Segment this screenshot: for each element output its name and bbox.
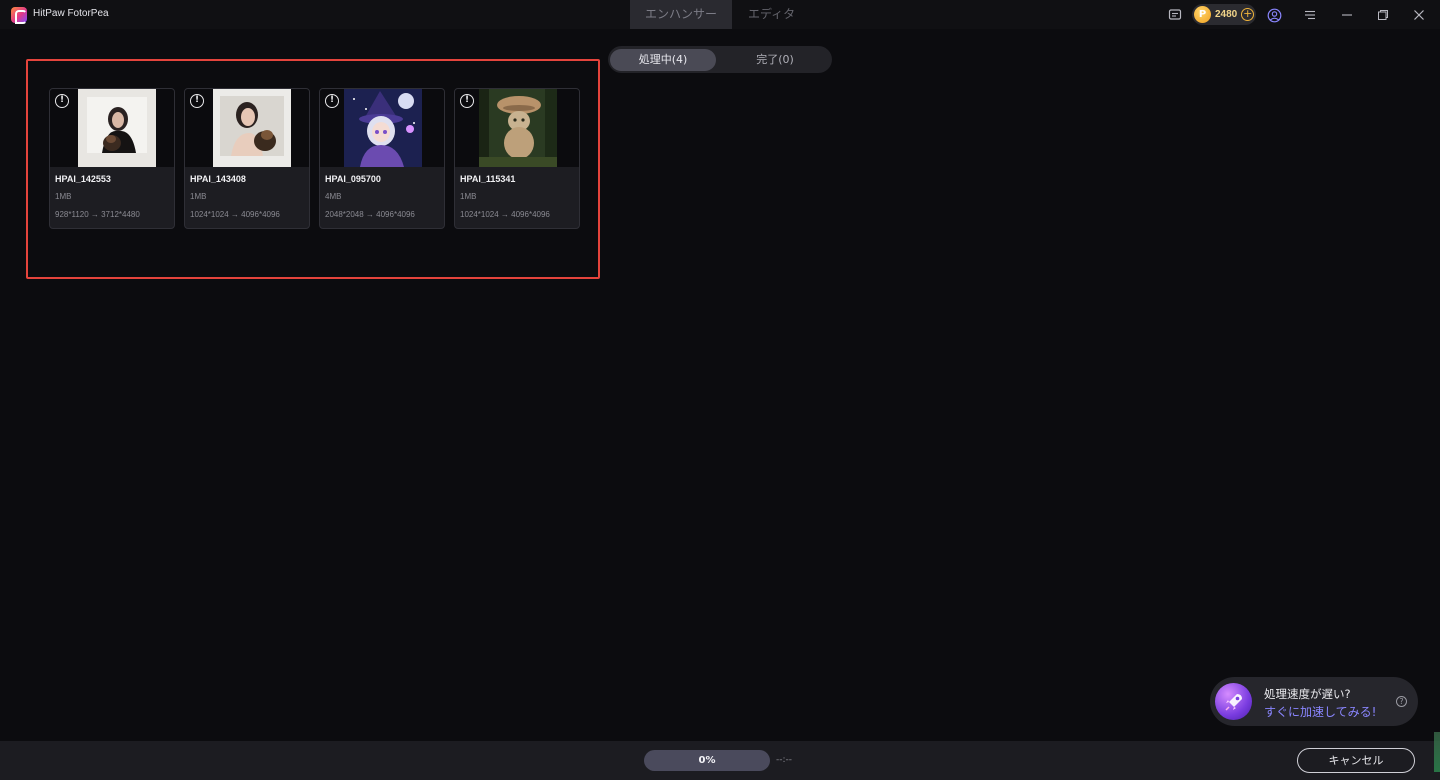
warning-icon: ! [460,94,474,108]
thumbnail-image [479,89,557,167]
tab-processing[interactable]: 処理中(4) [610,48,716,71]
mode-tabs: エンハンサー エディタ [630,0,811,29]
thumbnail-image [213,89,291,167]
tab-enhancer[interactable]: エンハンサー [630,0,732,29]
card-thumbnail: ! [50,89,174,167]
help-icon[interactable]: ? [1396,696,1407,707]
card-thumbnail: ! [320,89,444,167]
image-card[interactable]: ! HPAI_142553 1MB 928*1120 → 3712*4480 [49,88,175,229]
close-icon[interactable] [1409,5,1429,25]
thumbnail-image [78,89,156,167]
feedback-icon[interactable] [1165,5,1185,25]
card-size: 1MB [190,192,207,201]
card-name: HPAI_115341 [460,174,516,184]
minimize-icon[interactable] [1337,5,1357,25]
tab-editor[interactable]: エディタ [732,0,811,29]
card-resolution: 1024*1024 → 4096*4096 [190,210,280,219]
warning-icon: ! [190,94,204,108]
card-name: HPAI_143408 [190,174,246,184]
image-card[interactable]: ! HPAI_095700 4MB 2048*2048 → 4096*4096 [319,88,445,229]
account-icon[interactable] [1264,5,1284,25]
app-window: HitPaw FotorPea エンハンサー エディタ P 2480 + 処理中… [0,0,1440,780]
app-logo-icon [11,7,27,24]
image-card[interactable]: ! HPAI_143408 1MB 1024*1024 → 4096*4096 [184,88,310,229]
thumbnail-image [344,89,422,167]
card-name: HPAI_095700 [325,174,381,184]
credits-pill[interactable]: P 2480 + [1192,4,1256,25]
card-thumbnail: ! [185,89,309,167]
credits-value: 2480 [1215,9,1238,20]
speedup-promo: 処理速度が遅い? すぐに加速してみる! ? [1210,677,1418,726]
tab-completed[interactable]: 完了(0) [722,49,828,71]
speedup-link[interactable]: すぐに加速してみる! [1264,703,1376,720]
promo-title: 処理速度が遅い? [1264,687,1351,701]
app-title: HitPaw FotorPea [33,8,109,19]
card-resolution: 1024*1024 → 4096*4096 [460,210,550,219]
edge-indicator [1434,732,1440,772]
warning-icon: ! [55,94,69,108]
card-size: 1MB [460,192,477,201]
progress-text: 0% [698,755,716,766]
card-size: 4MB [325,192,342,201]
card-resolution: 2048*2048 → 4096*4096 [325,210,415,219]
card-thumbnail: ! [455,89,579,167]
coin-icon: P [1194,6,1211,23]
card-size: 1MB [55,192,72,201]
restore-icon[interactable] [1373,5,1393,25]
menu-icon[interactable] [1300,5,1320,25]
rocket-icon [1215,683,1252,720]
time-remaining: --:-- [776,755,793,765]
cancel-button[interactable]: キャンセル [1297,748,1415,773]
add-credits-icon[interactable]: + [1241,8,1255,21]
progress-bar: 0% [644,750,770,771]
card-name: HPAI_142553 [55,174,111,184]
image-card[interactable]: ! HPAI_115341 1MB 1024*1024 → 4096*4096 [454,88,580,229]
status-tabs: 処理中(4) 完了(0) [608,46,832,73]
warning-icon: ! [325,94,339,108]
title-bar: HitPaw FotorPea エンハンサー エディタ P 2480 + [0,0,1440,29]
card-resolution: 928*1120 → 3712*4480 [55,210,140,219]
bottom-bar: 0% --:-- キャンセル [0,741,1440,780]
